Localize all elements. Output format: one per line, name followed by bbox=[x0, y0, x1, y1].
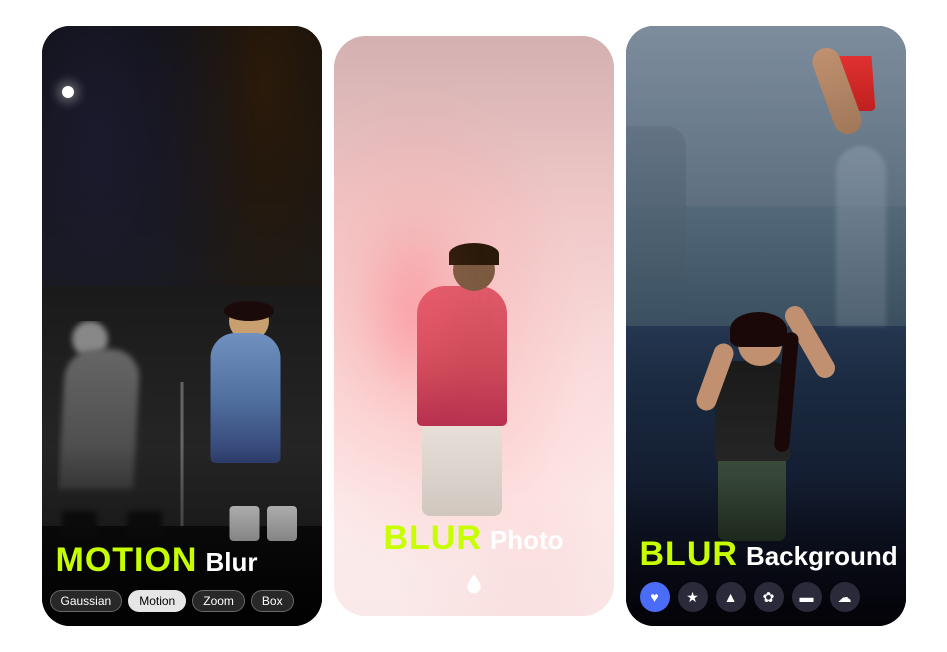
light-dot bbox=[62, 86, 74, 98]
icon-minus[interactable]: ▬ bbox=[792, 582, 822, 612]
left-title-line: MOTION Blur bbox=[42, 541, 322, 580]
right-title-line: BLUR Background bbox=[626, 535, 906, 574]
left-title-accent: MOTION bbox=[56, 541, 198, 580]
right-title-accent: BLUR bbox=[640, 535, 738, 574]
card-blur-photo[interactable]: BLUR Photo bbox=[334, 36, 614, 616]
card-motion-blur[interactable]: MOTION Blur Gaussian Motion Zoom Box bbox=[42, 26, 322, 626]
middle-overlay: BLUR Photo bbox=[334, 496, 614, 616]
icon-game[interactable]: ✿ bbox=[754, 582, 784, 612]
left-overlay: MOTION Blur Gaussian Motion Zoom Box bbox=[42, 446, 322, 626]
mid-title-accent: BLUR bbox=[383, 519, 481, 558]
icon-heart[interactable]: ♥ bbox=[640, 582, 670, 612]
right-title-plain: Background bbox=[746, 541, 898, 572]
mid-title-plain: Photo bbox=[490, 525, 564, 556]
right-overlay: BLUR Background ♥ ★ ▲ ✿ ▬ ☁ bbox=[626, 476, 906, 626]
filter-tab-box[interactable]: Box bbox=[251, 590, 294, 612]
filter-tab-zoom[interactable]: Zoom bbox=[192, 590, 245, 612]
card-blur-background[interactable]: BLUR Background ♥ ★ ▲ ✿ ▬ ☁ bbox=[626, 26, 906, 626]
filter-tabs-row[interactable]: Gaussian Motion Zoom Box bbox=[42, 590, 322, 612]
middle-title-line: BLUR Photo bbox=[383, 519, 563, 558]
droplet-icon[interactable] bbox=[460, 570, 488, 598]
filter-tab-motion[interactable]: Motion bbox=[128, 590, 186, 612]
icon-triangle[interactable]: ▲ bbox=[716, 582, 746, 612]
left-title-plain: Blur bbox=[205, 547, 257, 578]
icon-star[interactable]: ★ bbox=[678, 582, 708, 612]
icon-cloud[interactable]: ☁ bbox=[830, 582, 860, 612]
icon-row[interactable]: ♥ ★ ▲ ✿ ▬ ☁ bbox=[626, 582, 906, 612]
app-container: MOTION Blur Gaussian Motion Zoom Box bbox=[22, 6, 926, 646]
droplet-svg bbox=[463, 573, 485, 595]
filter-tab-gaussian[interactable]: Gaussian bbox=[50, 590, 123, 612]
